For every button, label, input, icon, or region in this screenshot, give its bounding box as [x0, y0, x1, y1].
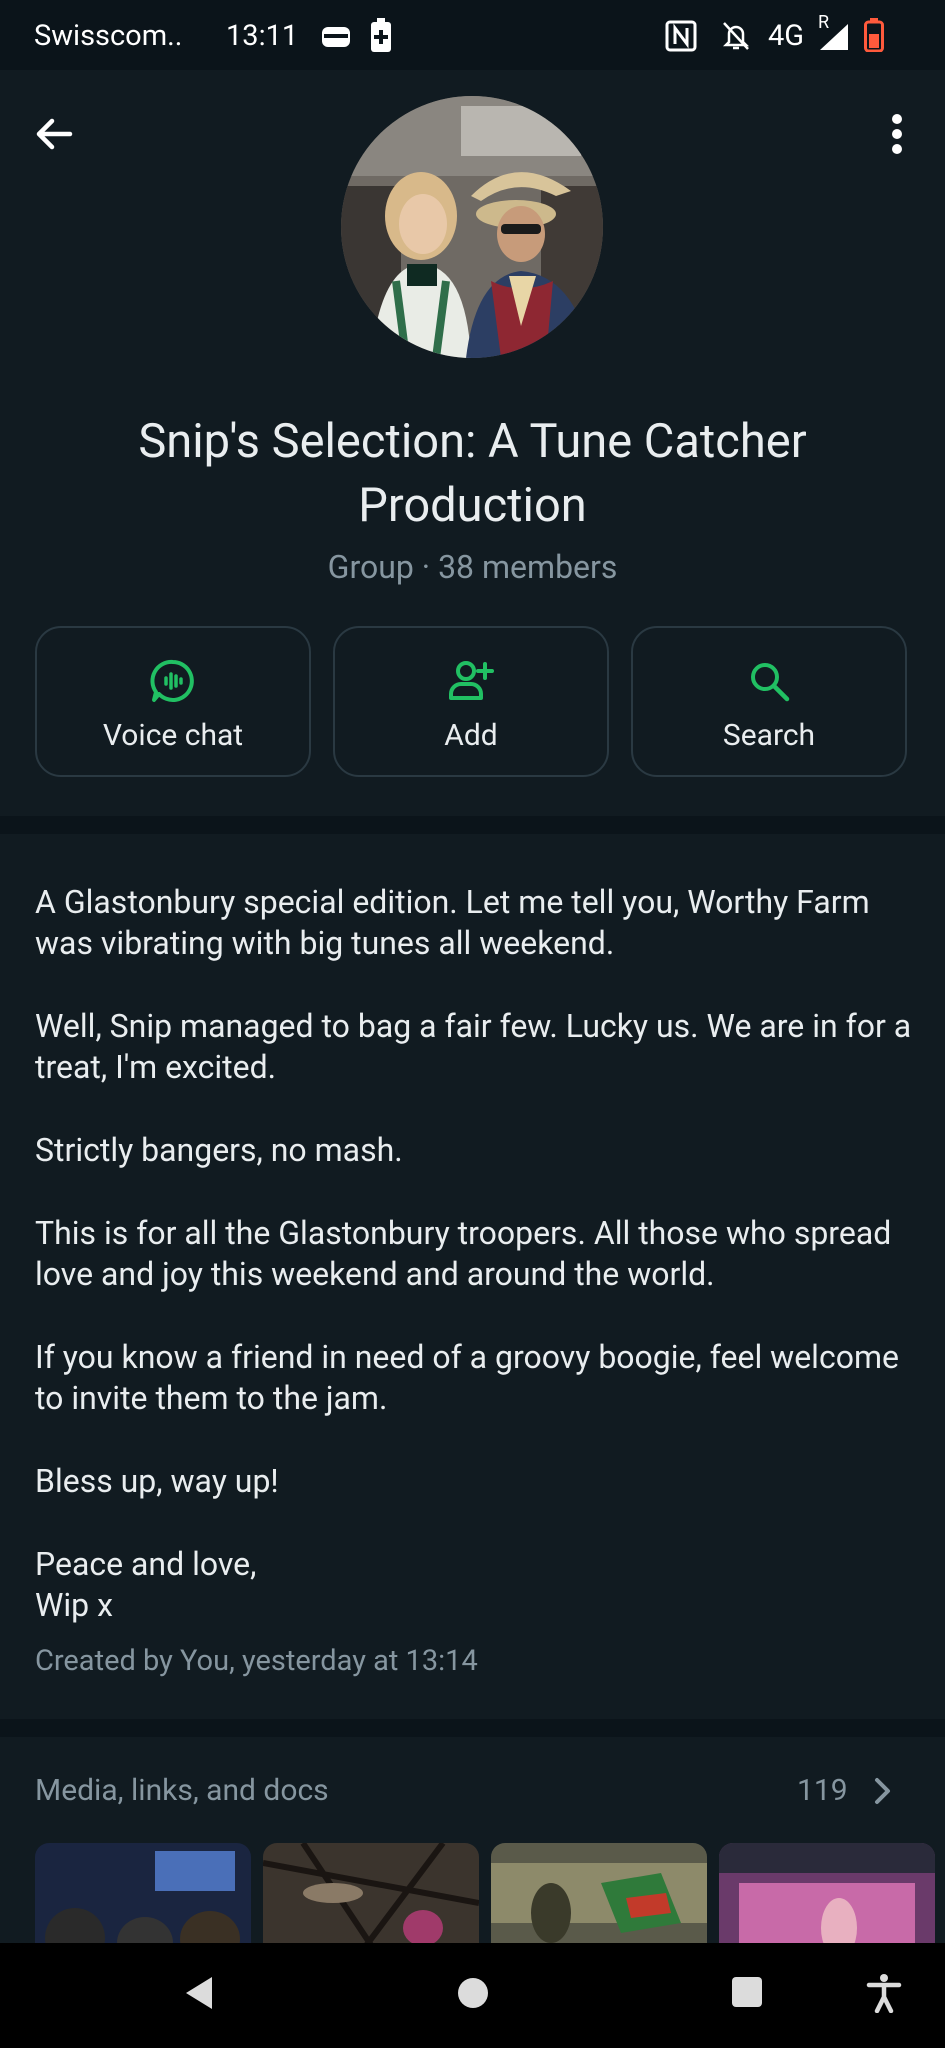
bell-off-icon: [722, 22, 750, 50]
wallet-icon: [322, 27, 350, 47]
media-count[interactable]: 119: [797, 1773, 848, 1808]
media-thumbnail[interactable]: [263, 1843, 479, 1943]
more-vertical-icon[interactable]: [880, 110, 914, 158]
action-row: Voice chat Add Search: [35, 626, 910, 779]
media-image: [263, 1843, 479, 1943]
media-image: [491, 1843, 707, 1943]
status-bar: Swisscom.. 13:11 4G R: [0, 0, 945, 70]
group-avatar[interactable]: [341, 96, 603, 358]
carrier-name: Swisscom..: [34, 19, 183, 53]
accessibility-icon[interactable]: [866, 1973, 902, 2013]
network-type: 4G: [768, 19, 805, 53]
description-paragraph: Well, Snip managed to bag a fair few. Lu…: [35, 1007, 912, 1086]
back-nav-icon[interactable]: [182, 1973, 214, 2013]
recents-nav-icon[interactable]: [730, 1973, 764, 2013]
battery-icon: [864, 18, 884, 52]
voice-chat-button[interactable]: Voice chat: [35, 626, 311, 777]
signal-icon: [820, 24, 848, 50]
add-person-icon: [449, 661, 494, 700]
created-by-text: Created by You, yesterday at 13:14: [35, 1644, 478, 1678]
voice-chat-label: Voice chat: [102, 718, 244, 753]
home-nav-icon[interactable]: [457, 1973, 489, 2013]
description-paragraph: Bless up, way up!: [35, 1462, 279, 1500]
voice-chat-icon: [150, 659, 194, 702]
search-label: Search: [722, 718, 816, 753]
description-paragraph: A Glastonbury special edition. Let me te…: [35, 883, 870, 962]
media-image: [35, 1843, 251, 1943]
add-member-label: Add: [444, 718, 498, 753]
system-navigation-bar: [0, 1943, 945, 2048]
search-button[interactable]: Search: [631, 626, 907, 777]
add-member-button[interactable]: Add: [333, 626, 609, 777]
description-paragraph: Strictly bangers, no mash.: [35, 1131, 403, 1169]
description-paragraph: Peace and love, Wip x: [35, 1545, 257, 1624]
chevron-right-icon[interactable]: [868, 1773, 898, 1809]
media-section: Media, links, and docs 119: [0, 1737, 945, 1943]
group-description-section[interactable]: A Glastonbury special edition. Let me te…: [0, 834, 945, 1719]
media-thumbnail[interactable]: [35, 1843, 251, 1943]
status-time: 13:11: [226, 19, 299, 53]
arrow-left-icon[interactable]: [30, 110, 78, 158]
media-thumbnail[interactable]: [719, 1843, 935, 1943]
battery-saver-icon: [371, 18, 391, 52]
group-photo: [341, 96, 603, 358]
media-image: [719, 1843, 935, 1943]
nfc-icon: [665, 20, 697, 52]
description-paragraph: This is for all the Glastonbury troopers…: [35, 1214, 892, 1293]
search-icon: [751, 663, 790, 702]
media-links-docs-header[interactable]: Media, links, and docs: [35, 1773, 329, 1808]
media-thumbnail[interactable]: [491, 1843, 707, 1943]
description-paragraph: If you know a friend in need of a groovy…: [35, 1338, 899, 1417]
group-member-count: Group · 38 members: [327, 548, 618, 586]
group-description: A Glastonbury special edition. Let me te…: [35, 882, 915, 1668]
group-header: Snip's Selection: A Tune Catcher Product…: [0, 70, 945, 816]
group-name: Snip's Selection: A Tune Catcher Product…: [138, 414, 807, 533]
